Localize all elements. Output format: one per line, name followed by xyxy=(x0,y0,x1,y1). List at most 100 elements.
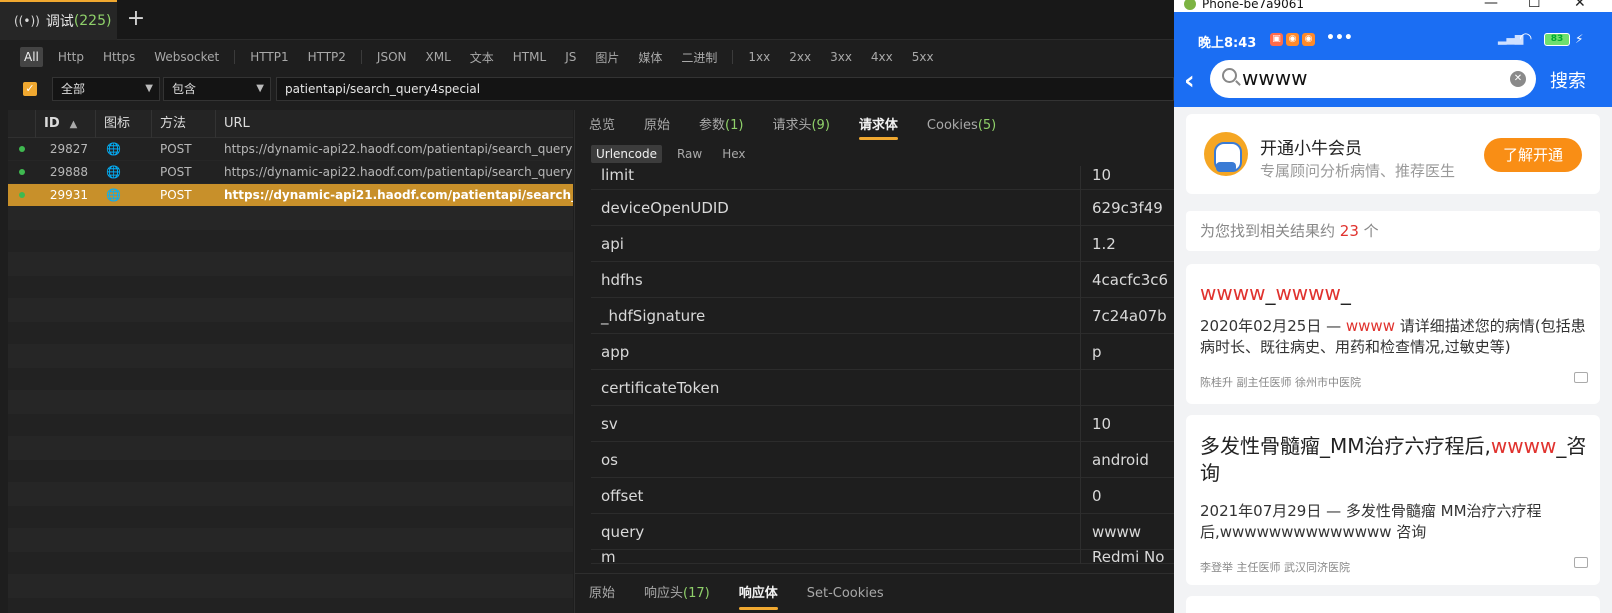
search-input[interactable]: wwww ✕ xyxy=(1210,60,1536,98)
filter-js[interactable]: JS xyxy=(561,47,580,67)
vip-open-button[interactable]: 了解开通 xyxy=(1484,138,1582,172)
filter-http[interactable]: Http xyxy=(54,47,88,67)
filter-http2[interactable]: HTTP2 xyxy=(304,47,350,67)
row-url: https://dynamic-api22.haodf.com/patienta… xyxy=(224,142,573,156)
filter-媒体[interactable]: 媒体 xyxy=(634,46,666,69)
maximize-icon[interactable]: ☐ xyxy=(1528,0,1541,11)
filter-1xx[interactable]: 1xx xyxy=(744,47,774,67)
row-method: POST xyxy=(160,188,192,202)
format-tab-urlencode[interactable]: Urlencode xyxy=(591,145,662,163)
tab-debug-count: (225) xyxy=(73,13,112,29)
filter-https[interactable]: Https xyxy=(99,47,139,67)
param-row[interactable]: api 1.2 xyxy=(591,225,1174,262)
filter-二进制[interactable]: 二进制 xyxy=(677,46,721,69)
table-row[interactable]: 29931 🌐 POST https://dynamic-api21.haodf.co… xyxy=(8,184,573,207)
column-id[interactable]: ID ▲ xyxy=(36,110,96,138)
notification-icon: ◉ xyxy=(1302,33,1315,46)
detail-tab-1[interactable]: 原始 xyxy=(644,110,670,142)
response-tab-2[interactable]: 响应体 xyxy=(738,578,778,610)
response-tab-1[interactable]: 响应头(17) xyxy=(644,578,710,610)
param-row[interactable]: m Redmi No xyxy=(591,549,1174,564)
column-method[interactable]: 方法 xyxy=(152,110,216,138)
filter-5xx[interactable]: 5xx xyxy=(908,47,938,67)
param-key: os xyxy=(591,441,1081,478)
param-row[interactable]: hdfhs 4cacfc3c6 xyxy=(591,261,1174,298)
close-icon[interactable]: ✕ xyxy=(1574,0,1586,11)
param-key: hdfhs xyxy=(591,261,1081,298)
detail-tab-label: 原始 xyxy=(644,118,671,133)
param-key: app xyxy=(591,333,1081,370)
android-icon xyxy=(1184,0,1196,10)
detail-tab-label: 请求头 xyxy=(772,118,812,133)
detail-tab-4[interactable]: 请求体 xyxy=(858,110,898,142)
result-count: 为您找到相关结果约 23 个 xyxy=(1186,211,1600,251)
filter-图片[interactable]: 图片 xyxy=(591,46,623,69)
filter-websocket[interactable]: Websocket xyxy=(150,47,223,67)
column-url[interactable]: URL xyxy=(216,110,573,138)
response-tab-3[interactable]: Set-Cookies xyxy=(807,578,884,610)
search-result-card[interactable] xyxy=(1186,596,1600,613)
app-header: 晚上8:43 ▣ ◉ ◉ ••• ▂▄▆ ◠ 83 ⚡ ‹ wwww ✕ 搜索 xyxy=(1174,12,1612,107)
network-debugger: ((•)) 调试 (225) + All Http Https Websocket HT… xyxy=(0,0,1174,613)
filter-html[interactable]: HTML xyxy=(509,47,550,67)
empty-row xyxy=(8,414,573,437)
back-icon[interactable]: ‹ xyxy=(1184,68,1195,94)
globe-icon: 🌐 xyxy=(106,188,121,202)
column-icon[interactable]: 图标 xyxy=(96,110,152,138)
detail-tab-label: Cookies xyxy=(926,118,978,133)
param-row[interactable]: app p xyxy=(591,333,1174,370)
param-row[interactable]: deviceOpenUDID 629c3f49 xyxy=(591,189,1174,226)
filter-query-input[interactable]: patientapi/search_query4special xyxy=(276,77,1174,101)
detail-tab-3[interactable]: 请求头(9) xyxy=(772,110,829,142)
cow-mascot-icon xyxy=(1204,132,1248,176)
match-mode-select[interactable]: 包含 ▼ xyxy=(163,77,271,101)
format-tab-raw[interactable]: Raw xyxy=(672,145,707,163)
param-row[interactable]: certificateToken xyxy=(591,369,1174,406)
comment-icon xyxy=(1574,372,1588,383)
response-tab-0[interactable]: 原始 xyxy=(589,578,615,610)
table-header: ID ▲ 图标 方法 URL xyxy=(8,110,573,138)
filter-3xx[interactable]: 3xx xyxy=(826,47,856,67)
param-row[interactable]: os android xyxy=(591,441,1174,478)
param-row[interactable]: limit 10 xyxy=(591,166,1174,190)
status-dot-cell xyxy=(8,192,36,198)
param-value: p xyxy=(1092,342,1102,361)
format-tab-hex[interactable]: Hex xyxy=(717,145,750,163)
clear-icon[interactable]: ✕ xyxy=(1510,71,1526,87)
minimize-icon[interactable]: — xyxy=(1484,0,1498,11)
table-row[interactable]: 29888 🌐 POST https://dynamic-api22.haodf.co… xyxy=(8,161,573,184)
param-row[interactable]: offset 0 xyxy=(591,477,1174,514)
filter-json[interactable]: JSON xyxy=(373,47,411,67)
search-button[interactable]: 搜索 xyxy=(1550,67,1586,93)
text-fragment: 2020年02月25日 — xyxy=(1200,317,1346,335)
filter-http1[interactable]: HTTP1 xyxy=(246,47,292,67)
empty-row xyxy=(8,207,573,230)
search-result-card[interactable]: 多发性骨髓瘤_MM治疗六疗程后,wwww_咨询 2021年07月29日 — 多发… xyxy=(1186,415,1600,585)
row-method: POST xyxy=(160,165,192,179)
tab-debug[interactable]: ((•)) 调试 (225) xyxy=(0,0,117,40)
filter-4xx[interactable]: 4xx xyxy=(867,47,897,67)
row-id: 29888 xyxy=(49,165,88,179)
table-row[interactable]: 29827 🌐 POST https://dynamic-api22.haodf.co… xyxy=(8,138,573,161)
broadcast-icon: ((•)) xyxy=(14,14,40,28)
search-result-card[interactable]: wwww_wwww_ 2020年02月25日 — wwww 请详细描述您的病情(… xyxy=(1186,264,1600,404)
filter-xml[interactable]: XML xyxy=(422,47,455,67)
filter-divider xyxy=(234,50,236,64)
param-value: 1.2 xyxy=(1092,234,1116,253)
detail-tab-0[interactable]: 总览 xyxy=(589,110,615,142)
param-row[interactable]: sv 10 xyxy=(591,405,1174,442)
scope-select[interactable]: 全部 ▼ xyxy=(52,77,160,101)
param-row[interactable]: _hdfSignature 7c24a07b xyxy=(591,297,1174,334)
filter-文本[interactable]: 文本 xyxy=(466,46,498,69)
search-query: wwww xyxy=(1242,66,1308,90)
detail-tab-label: 请求体 xyxy=(858,118,898,133)
add-tab-icon[interactable]: + xyxy=(126,8,146,30)
enable-filter-checkbox[interactable]: ✓ xyxy=(23,82,37,96)
filter-2xx[interactable]: 2xx xyxy=(785,47,815,67)
empty-row xyxy=(8,552,573,575)
filter-all[interactable]: All xyxy=(20,47,43,67)
detail-tab-2[interactable]: 参数(1) xyxy=(699,110,743,142)
empty-row xyxy=(8,575,573,598)
param-row[interactable]: query wwww xyxy=(591,513,1174,550)
detail-tab-5[interactable]: Cookies(5) xyxy=(927,110,996,142)
